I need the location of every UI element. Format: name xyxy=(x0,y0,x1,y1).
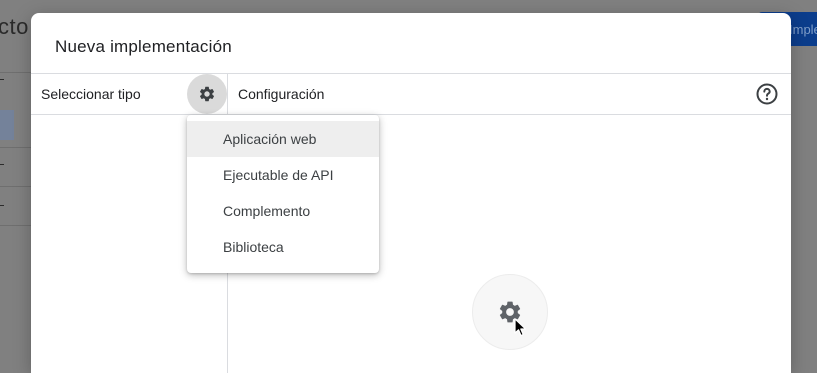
new-deployment-dialog: Nueva implementación Seleccionar tipo Co… xyxy=(31,13,791,373)
help-circle-icon xyxy=(756,83,778,105)
background-divider xyxy=(0,147,32,148)
help-button[interactable] xyxy=(755,82,779,106)
menu-item-add-on[interactable]: Complemento xyxy=(187,193,379,229)
background-dash xyxy=(0,205,4,206)
background-selected-row xyxy=(0,110,14,140)
background-divider xyxy=(0,72,32,73)
menu-item-web-app[interactable]: Aplicación web xyxy=(187,121,379,157)
configuration-placeholder-gear xyxy=(472,274,548,350)
background-divider xyxy=(0,225,32,226)
header-divider-top xyxy=(31,73,791,74)
background-divider xyxy=(0,186,32,187)
header-divider-bottom xyxy=(31,114,791,115)
select-type-label: Seleccionar tipo xyxy=(41,86,141,102)
configuration-label: Configuración xyxy=(238,86,325,102)
background-dash xyxy=(0,79,4,80)
select-type-gear-button[interactable] xyxy=(187,74,227,114)
menu-item-api-executable[interactable]: Ejecutable de API xyxy=(187,157,379,193)
background-deploy-button-label: Implem xyxy=(789,22,817,37)
menu-item-library[interactable]: Biblioteca xyxy=(187,229,379,265)
deployment-type-menu: Aplicación web Ejecutable de API Complem… xyxy=(187,115,379,273)
background-page-title: cto xyxy=(0,14,29,39)
mouse-cursor-icon xyxy=(514,318,527,337)
gear-icon xyxy=(199,86,215,102)
dialog-title: Nueva implementación xyxy=(55,37,232,56)
background-dash xyxy=(0,164,4,165)
